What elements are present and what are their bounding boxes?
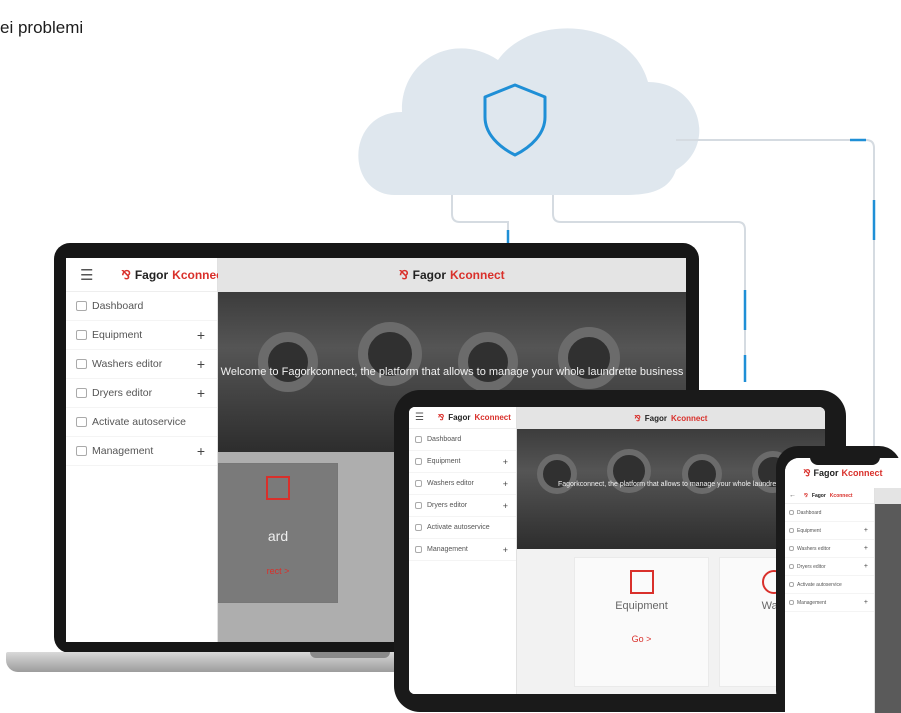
expand-icon[interactable]: + [503, 501, 508, 511]
topbar-logo: ⅋ Fagor Kconnect [399, 268, 505, 282]
plug-icon [789, 582, 794, 587]
washer-icon [76, 359, 87, 369]
tablet-sidebar: ☰ ⅋ Fagor Kconnect Dashboard Equipment + W… [409, 407, 517, 694]
phone-notch [810, 455, 880, 465]
sidebar-item-management[interactable]: Management + [66, 437, 217, 466]
box-icon [789, 528, 794, 533]
sidebar-item-autoservice[interactable]: Activate autoservice [66, 408, 217, 437]
logo-mark-icon: ⅋ [634, 413, 641, 423]
hamburger-icon[interactable]: ☰ [415, 412, 424, 423]
plug-icon [76, 417, 87, 427]
sidebar-item-equipment[interactable]: Equipment + [66, 321, 217, 350]
logo-mark-icon: ⅋ [437, 413, 445, 422]
expand-icon[interactable]: + [864, 545, 868, 552]
laptop-topbar: ⅋ Fagor Kconnect [218, 258, 686, 292]
grid-icon [789, 510, 794, 515]
sidebar-item-washers[interactable]: Washers editor + [785, 540, 874, 558]
welcome-text: Welcome to Fagorkconnect, the platform t… [220, 366, 684, 378]
tablet-screen: ☰ ⅋ Fagor Kconnect Dashboard Equipment + W… [409, 407, 825, 694]
expand-icon[interactable]: + [197, 385, 205, 401]
dashboard-card[interactable]: ard rect > [218, 463, 338, 603]
sidebar-item-dryers[interactable]: Dryers editor + [66, 379, 217, 408]
box-icon [629, 570, 654, 594]
equipment-card[interactable]: Equipment Go > [574, 557, 709, 687]
laptop-sidebar: ☰ ⅋ Fagor Kconnect Dashboard Equipment + W… [66, 258, 227, 642]
connector-laptop [451, 195, 509, 250]
sidebar-item-management[interactable]: Management + [785, 594, 874, 612]
dryer-icon [76, 388, 87, 398]
expand-icon[interactable]: + [503, 479, 508, 489]
cloud-shape [358, 28, 700, 195]
hamburger-icon[interactable]: ☰ [80, 266, 93, 284]
washer-icon [789, 546, 794, 551]
card-link[interactable]: rect > [219, 566, 337, 576]
logo-mark-icon: ⅋ [803, 467, 811, 478]
expand-icon[interactable]: + [864, 599, 868, 606]
expand-icon[interactable]: + [197, 327, 205, 343]
plug-icon [415, 524, 422, 531]
laptop-notch [310, 652, 390, 658]
dryer-icon [789, 564, 794, 569]
card-title: ard [267, 528, 289, 544]
sidebar-item-dashboard[interactable]: Dashboard [785, 504, 874, 522]
expand-icon[interactable]: + [864, 527, 868, 534]
phone-screen: ⅋ Fagor Kconnect ← ⅋ Fagor Kconnect Dashbo… [785, 458, 901, 713]
logo: ⅋ Fagor Kconnect [804, 492, 853, 499]
folder-icon [415, 546, 422, 553]
box-icon [415, 458, 422, 465]
sidebar-item-dashboard[interactable]: Dashboard [409, 429, 516, 451]
grid-icon [76, 301, 87, 311]
grid-icon [415, 436, 422, 443]
card-title: Equipment [615, 600, 668, 612]
sidebar-item-dryers[interactable]: Dryers editor + [785, 558, 874, 576]
sidebar-item-washers[interactable]: Washers editor + [409, 473, 516, 495]
logo-mark-icon: ⅋ [399, 268, 409, 282]
sidebar-item-washers[interactable]: Washers editor + [66, 350, 217, 379]
logo: ⅋ Fagor Kconnect [437, 413, 511, 422]
sidebar-item-autoservice[interactable]: Activate autoservice [785, 576, 874, 594]
expand-icon[interactable]: + [864, 563, 868, 570]
phone-topbar [875, 488, 901, 504]
sidebar-item-equipment[interactable]: Equipment + [409, 451, 516, 473]
folder-icon [76, 446, 87, 456]
topbar-logo: ⅋ Fagor Kconnect [634, 413, 708, 423]
expand-icon[interactable]: + [503, 545, 508, 555]
logo-mark-icon: ⅋ [804, 492, 808, 499]
expand-icon[interactable]: + [197, 443, 205, 459]
expand-icon[interactable]: + [503, 457, 508, 467]
dryer-icon [415, 502, 422, 509]
box-icon [76, 330, 87, 340]
sidebar-item-dryers[interactable]: Dryers editor + [409, 495, 516, 517]
logo: ⅋ Fagor Kconnect [121, 267, 227, 282]
folder-icon [789, 600, 794, 605]
sidebar-item-autoservice[interactable]: Activate autoservice [409, 517, 516, 539]
phone-sidebar: ← ⅋ Fagor Kconnect Dashboard Equipment + W… [785, 488, 875, 713]
logo-mark-icon: ⅋ [121, 267, 131, 282]
sidebar-item-dashboard[interactable]: Dashboard [66, 292, 217, 321]
back-icon[interactable]: ← [789, 492, 796, 499]
phone-content-overlay [875, 504, 901, 713]
sidebar-item-equipment[interactable]: Equipment + [785, 522, 874, 540]
card-link[interactable]: Go > [575, 634, 708, 644]
tablet-topbar: ⅋ Fagor Kconnect [517, 407, 825, 429]
expand-icon[interactable]: + [197, 356, 205, 372]
washer-icon [415, 480, 422, 487]
sidebar-item-management[interactable]: Management + [409, 539, 516, 561]
box-icon [266, 476, 290, 500]
